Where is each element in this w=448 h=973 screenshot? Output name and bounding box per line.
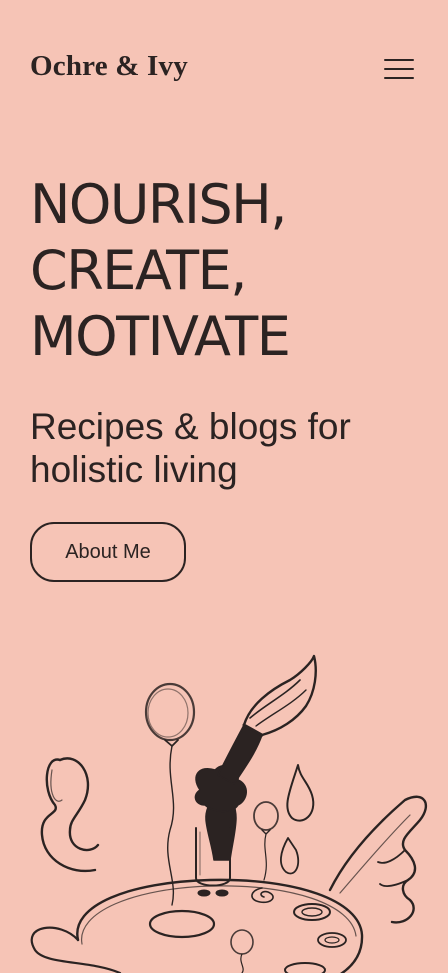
site-logo[interactable]: Ochre & Ivy	[30, 50, 188, 83]
hero-subtitle: Recipes & blogs for holistic living	[30, 406, 351, 490]
paintbrush-figure-illustration	[30, 654, 427, 973]
site-header: Ochre & Ivy	[30, 48, 418, 88]
menu-line-middle	[384, 68, 414, 70]
hero-title-line-3: MOTIVATE	[30, 305, 291, 368]
about-me-button[interactable]: About Me	[30, 522, 186, 582]
menu-line-top	[384, 59, 414, 61]
hero-title-line-1: NOURISH,	[30, 173, 287, 236]
hero-title: NOURISH, CREATE, MOTIVATE	[30, 172, 430, 370]
hero-title-line-2: CREATE,	[30, 239, 247, 302]
hamburger-menu-icon[interactable]	[384, 58, 414, 80]
menu-line-bottom	[384, 77, 414, 79]
